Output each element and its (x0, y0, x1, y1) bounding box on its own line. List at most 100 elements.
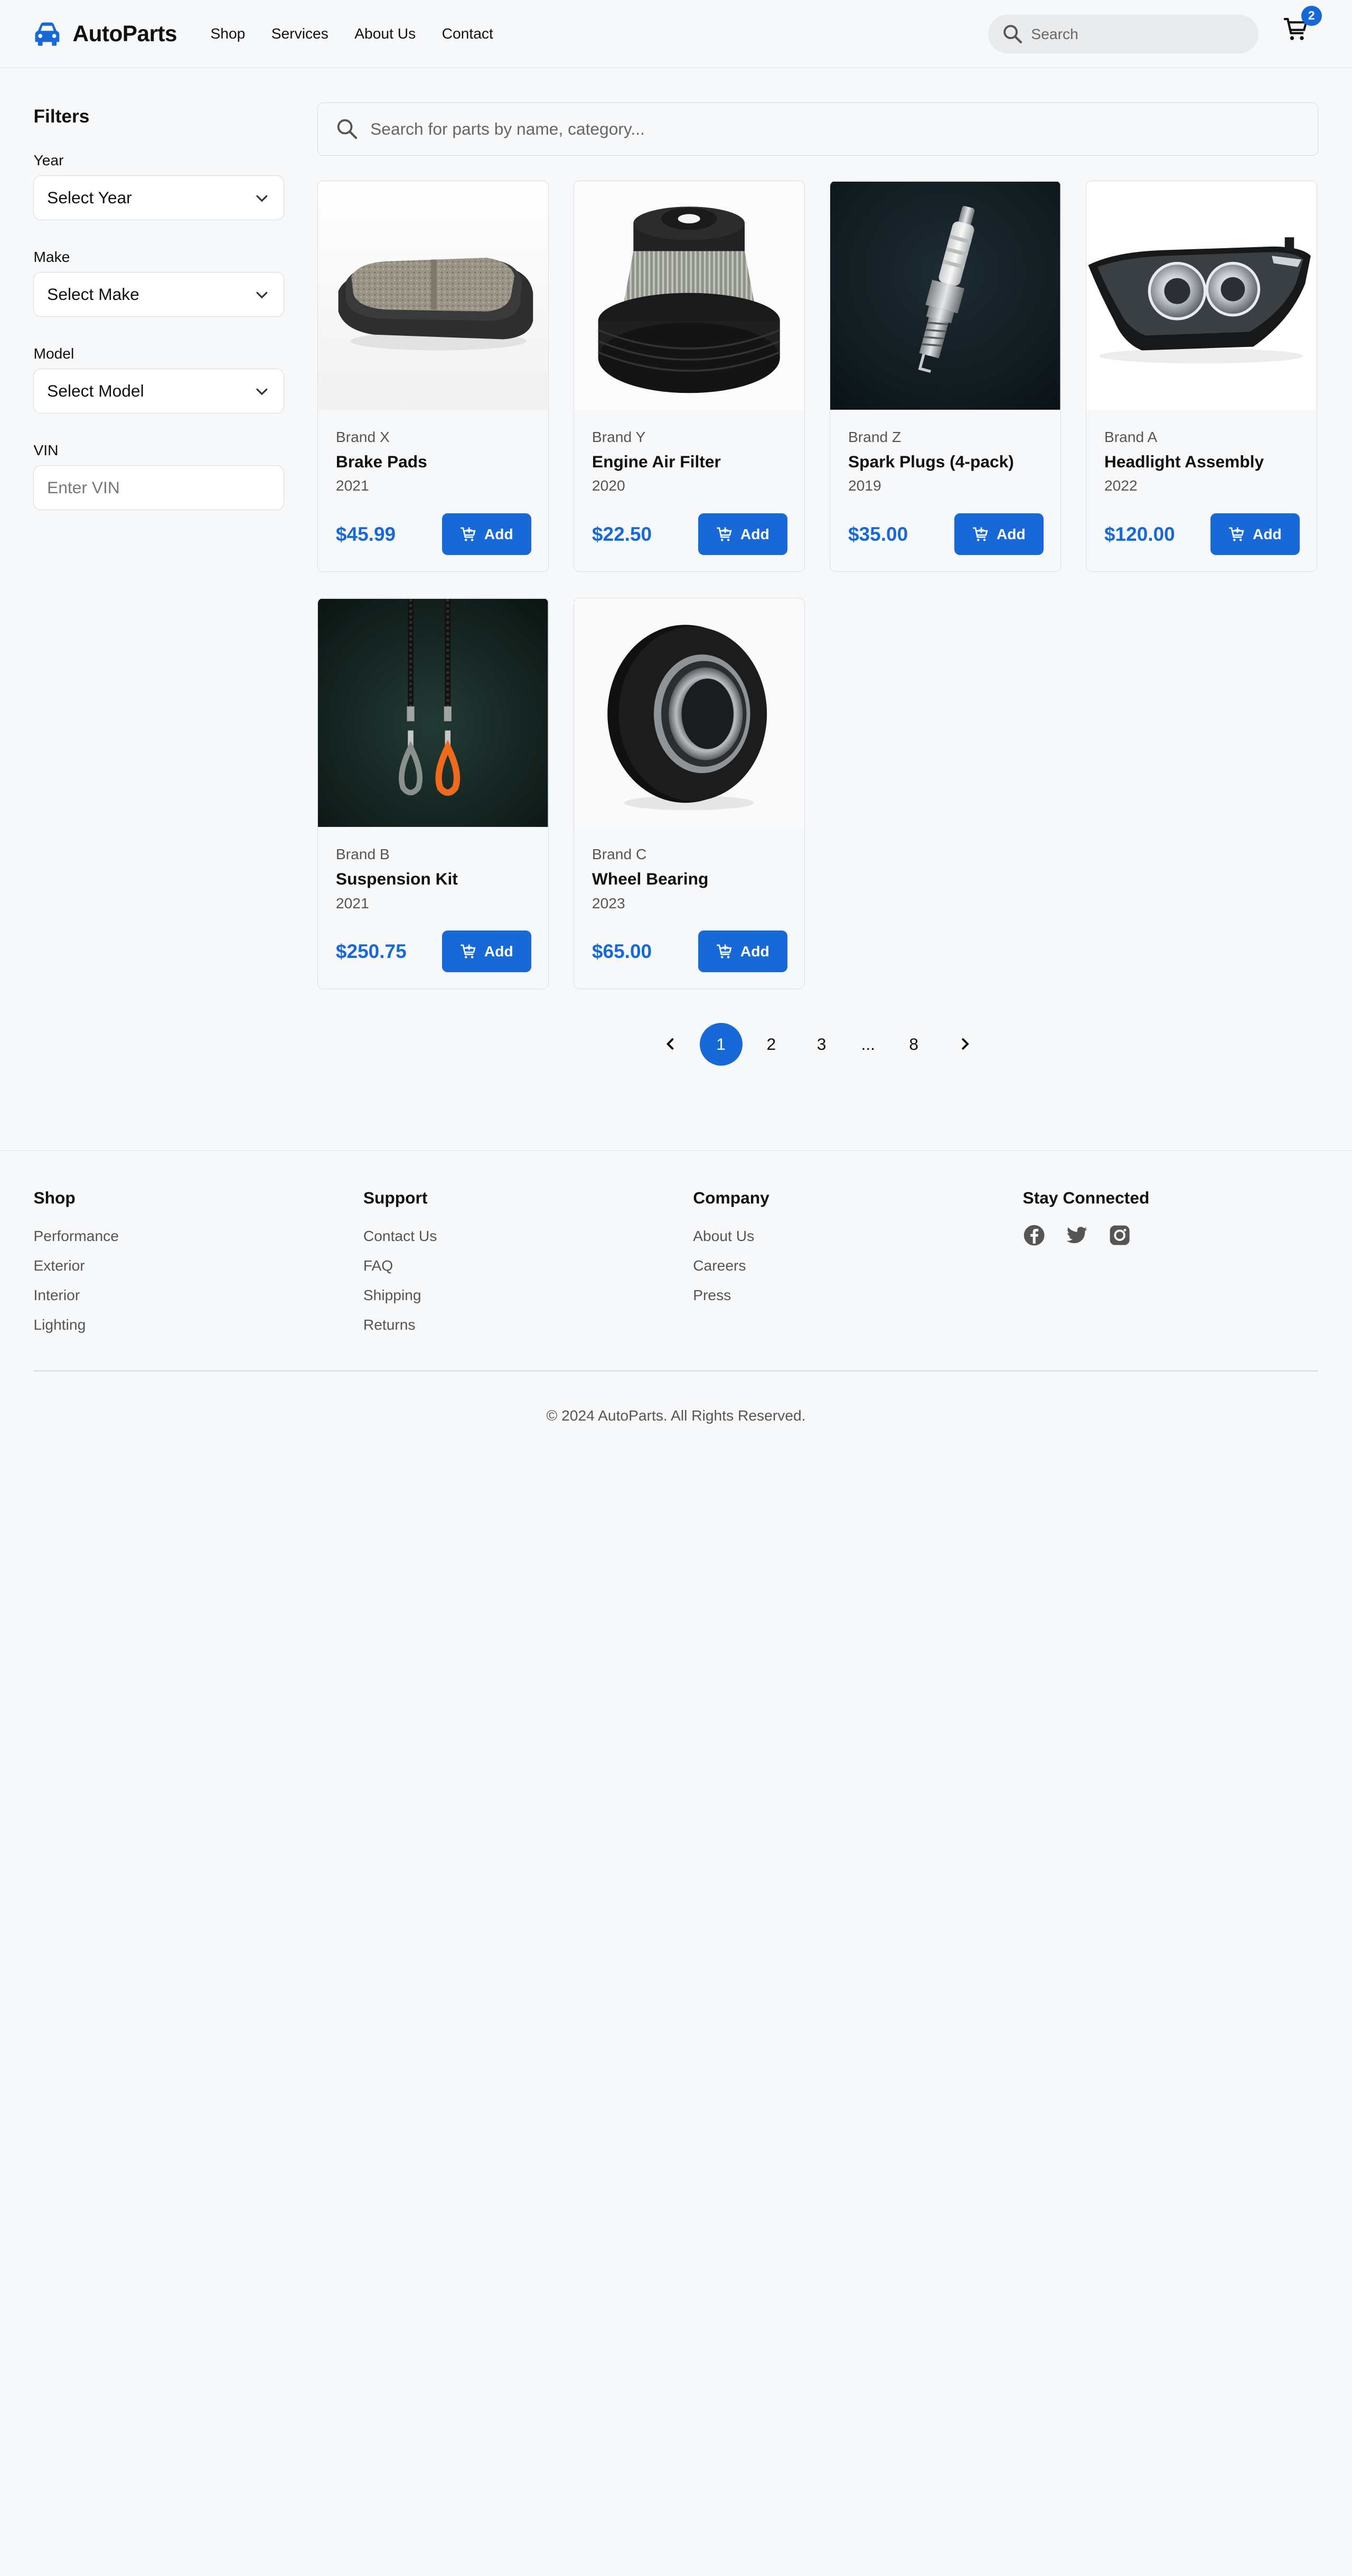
parts-search-input[interactable] (370, 119, 1209, 139)
pagination: 1 2 3 ... 8 (652, 1022, 988, 1066)
top-header: AutoParts Shop Services About Us Contact… (0, 0, 1352, 68)
product-card[interactable]: Brand Y Engine Air Filter 2020 $22.50 Ad… (574, 181, 805, 572)
cart-button[interactable]: 2 (1283, 5, 1322, 45)
product-name[interactable]: Suspension Kit (336, 869, 531, 889)
product-brand: Brand X (335, 428, 390, 445)
add-button-label: Add (996, 525, 1026, 542)
nav-about-us[interactable]: About Us (354, 25, 416, 42)
add-button-label: Add (484, 525, 513, 542)
search-icon (337, 119, 358, 139)
footer-link-performance[interactable]: Performance (33, 1227, 118, 1245)
headlight-image (1086, 181, 1317, 410)
year-select-value: Select Year (47, 188, 132, 208)
add-button-label: Add (484, 943, 513, 960)
add-to-cart-button[interactable]: Add (442, 930, 532, 973)
product-price: $250.75 (335, 940, 407, 962)
product-price: $22.50 (592, 522, 652, 545)
brake-pads-image (318, 181, 548, 410)
product-brand: Brand Y (592, 428, 646, 445)
footer-link-about-us[interactable]: About Us (693, 1227, 769, 1245)
nav-shop[interactable]: Shop (210, 25, 245, 42)
add-to-cart-button[interactable]: Add (1210, 513, 1300, 556)
footer-link-interior[interactable]: Interior (33, 1286, 118, 1304)
footer-company-title: Company (693, 1188, 769, 1207)
add-to-cart-icon (461, 944, 476, 958)
vin-input[interactable] (33, 465, 284, 510)
page-8-button[interactable]: 8 (905, 1023, 923, 1066)
page-3-button[interactable]: 3 (812, 1023, 831, 1066)
footer-social-title: Stay Connected (1022, 1188, 1150, 1207)
footer-company-column: Company About Us Careers Press (693, 1188, 769, 1316)
nav-services[interactable]: Services (271, 25, 328, 42)
twitter-icon[interactable] (1066, 1224, 1088, 1246)
product-name[interactable]: Headlight Assembly (1104, 452, 1300, 472)
add-button-label: Add (740, 525, 769, 542)
add-to-cart-icon (461, 527, 476, 541)
site-footer: Shop Performance Exterior Interior Light… (0, 1150, 1352, 1460)
chevron-left-icon (666, 1038, 674, 1050)
footer-divider (33, 1370, 1318, 1372)
add-to-cart-button[interactable]: Add (954, 513, 1044, 556)
product-name[interactable]: Brake Pads (336, 452, 531, 472)
chevron-down-icon (256, 195, 268, 202)
product-price: $45.99 (335, 522, 396, 545)
add-button-label: Add (740, 943, 769, 960)
year-select[interactable]: Select Year (33, 175, 284, 220)
spark-plug-image (830, 181, 1060, 410)
product-name[interactable]: Wheel Bearing (592, 869, 787, 889)
car-icon (35, 22, 60, 46)
filters-title: Filters (33, 106, 90, 127)
make-select-value: Select Make (47, 284, 139, 304)
footer-link-shipping[interactable]: Shipping (363, 1286, 437, 1304)
brand-logo[interactable]: AutoParts (33, 21, 177, 46)
product-card[interactable]: Brand C Wheel Bearing 2023 $65.00 Add (574, 598, 805, 990)
product-card[interactable]: Brand Z Spark Plugs (4-pack) 2019 $35.00… (830, 181, 1061, 572)
model-select[interactable]: Select Model (33, 369, 284, 413)
page-1-button[interactable]: 1 (699, 1022, 743, 1066)
footer-link-exterior[interactable]: Exterior (33, 1257, 118, 1274)
add-to-cart-icon (717, 944, 732, 958)
vin-label: VIN (33, 441, 59, 458)
suspension-kit-image (318, 598, 548, 828)
year-label: Year (33, 151, 64, 168)
footer-support-column: Support Contact Us FAQ Shipping Returns (363, 1188, 437, 1346)
add-to-cart-button[interactable]: Add (698, 513, 788, 556)
page-2-button[interactable]: 2 (762, 1023, 781, 1066)
filters-sidebar: Filters Year Select Year Make Select Mak… (33, 105, 284, 510)
add-to-cart-button[interactable]: Add (442, 513, 532, 556)
product-brand: Brand Z (848, 428, 902, 445)
footer-link-returns[interactable]: Returns (363, 1316, 437, 1333)
product-card[interactable]: Brand X Brake Pads 2021 $45.99 Add (317, 181, 549, 572)
product-year: 2021 (335, 894, 369, 911)
footer-link-contact-us[interactable]: Contact Us (363, 1227, 437, 1245)
product-name[interactable]: Spark Plugs (4-pack) (848, 452, 1044, 472)
product-card[interactable]: Brand A Headlight Assembly 2022 $120.00 … (1086, 181, 1317, 572)
facebook-icon[interactable] (1023, 1224, 1045, 1246)
footer-link-press[interactable]: Press (693, 1286, 769, 1304)
product-brand: Brand B (335, 845, 390, 862)
add-to-cart-button[interactable]: Add (698, 930, 788, 973)
next-page-button[interactable] (956, 1023, 974, 1066)
product-year: 2021 (335, 477, 369, 494)
footer-link-careers[interactable]: Careers (693, 1257, 769, 1274)
product-price: $120.00 (1104, 522, 1175, 545)
make-select[interactable]: Select Make (33, 272, 284, 317)
product-brand: Brand A (1104, 428, 1158, 445)
copyright-text: © 2024 AutoParts. All Rights Reserved. (546, 1407, 806, 1424)
product-card[interactable]: Brand B Suspension Kit 2021 $250.75 Add (317, 598, 549, 990)
brand-name: AutoParts (72, 21, 177, 46)
main-nav: Shop Services About Us Contact (210, 25, 493, 42)
page: AutoParts Shop Services About Us Contact… (0, 0, 1352, 1461)
product-name[interactable]: Engine Air Filter (592, 452, 787, 472)
page-ellipsis: ... (861, 1034, 875, 1054)
air-filter-image (574, 181, 804, 410)
cart-count-badge: 2 (1301, 5, 1322, 26)
instagram-icon[interactable] (1109, 1224, 1131, 1246)
footer-link-faq[interactable]: FAQ (363, 1257, 437, 1274)
prev-page-button[interactable] (661, 1023, 680, 1066)
footer-shop-column: Shop Performance Exterior Interior Light… (33, 1188, 118, 1346)
footer-link-lighting[interactable]: Lighting (33, 1316, 118, 1333)
product-year: 2022 (1104, 477, 1138, 494)
nav-contact[interactable]: Contact (442, 25, 493, 42)
header-search-input[interactable] (1031, 25, 1236, 43)
